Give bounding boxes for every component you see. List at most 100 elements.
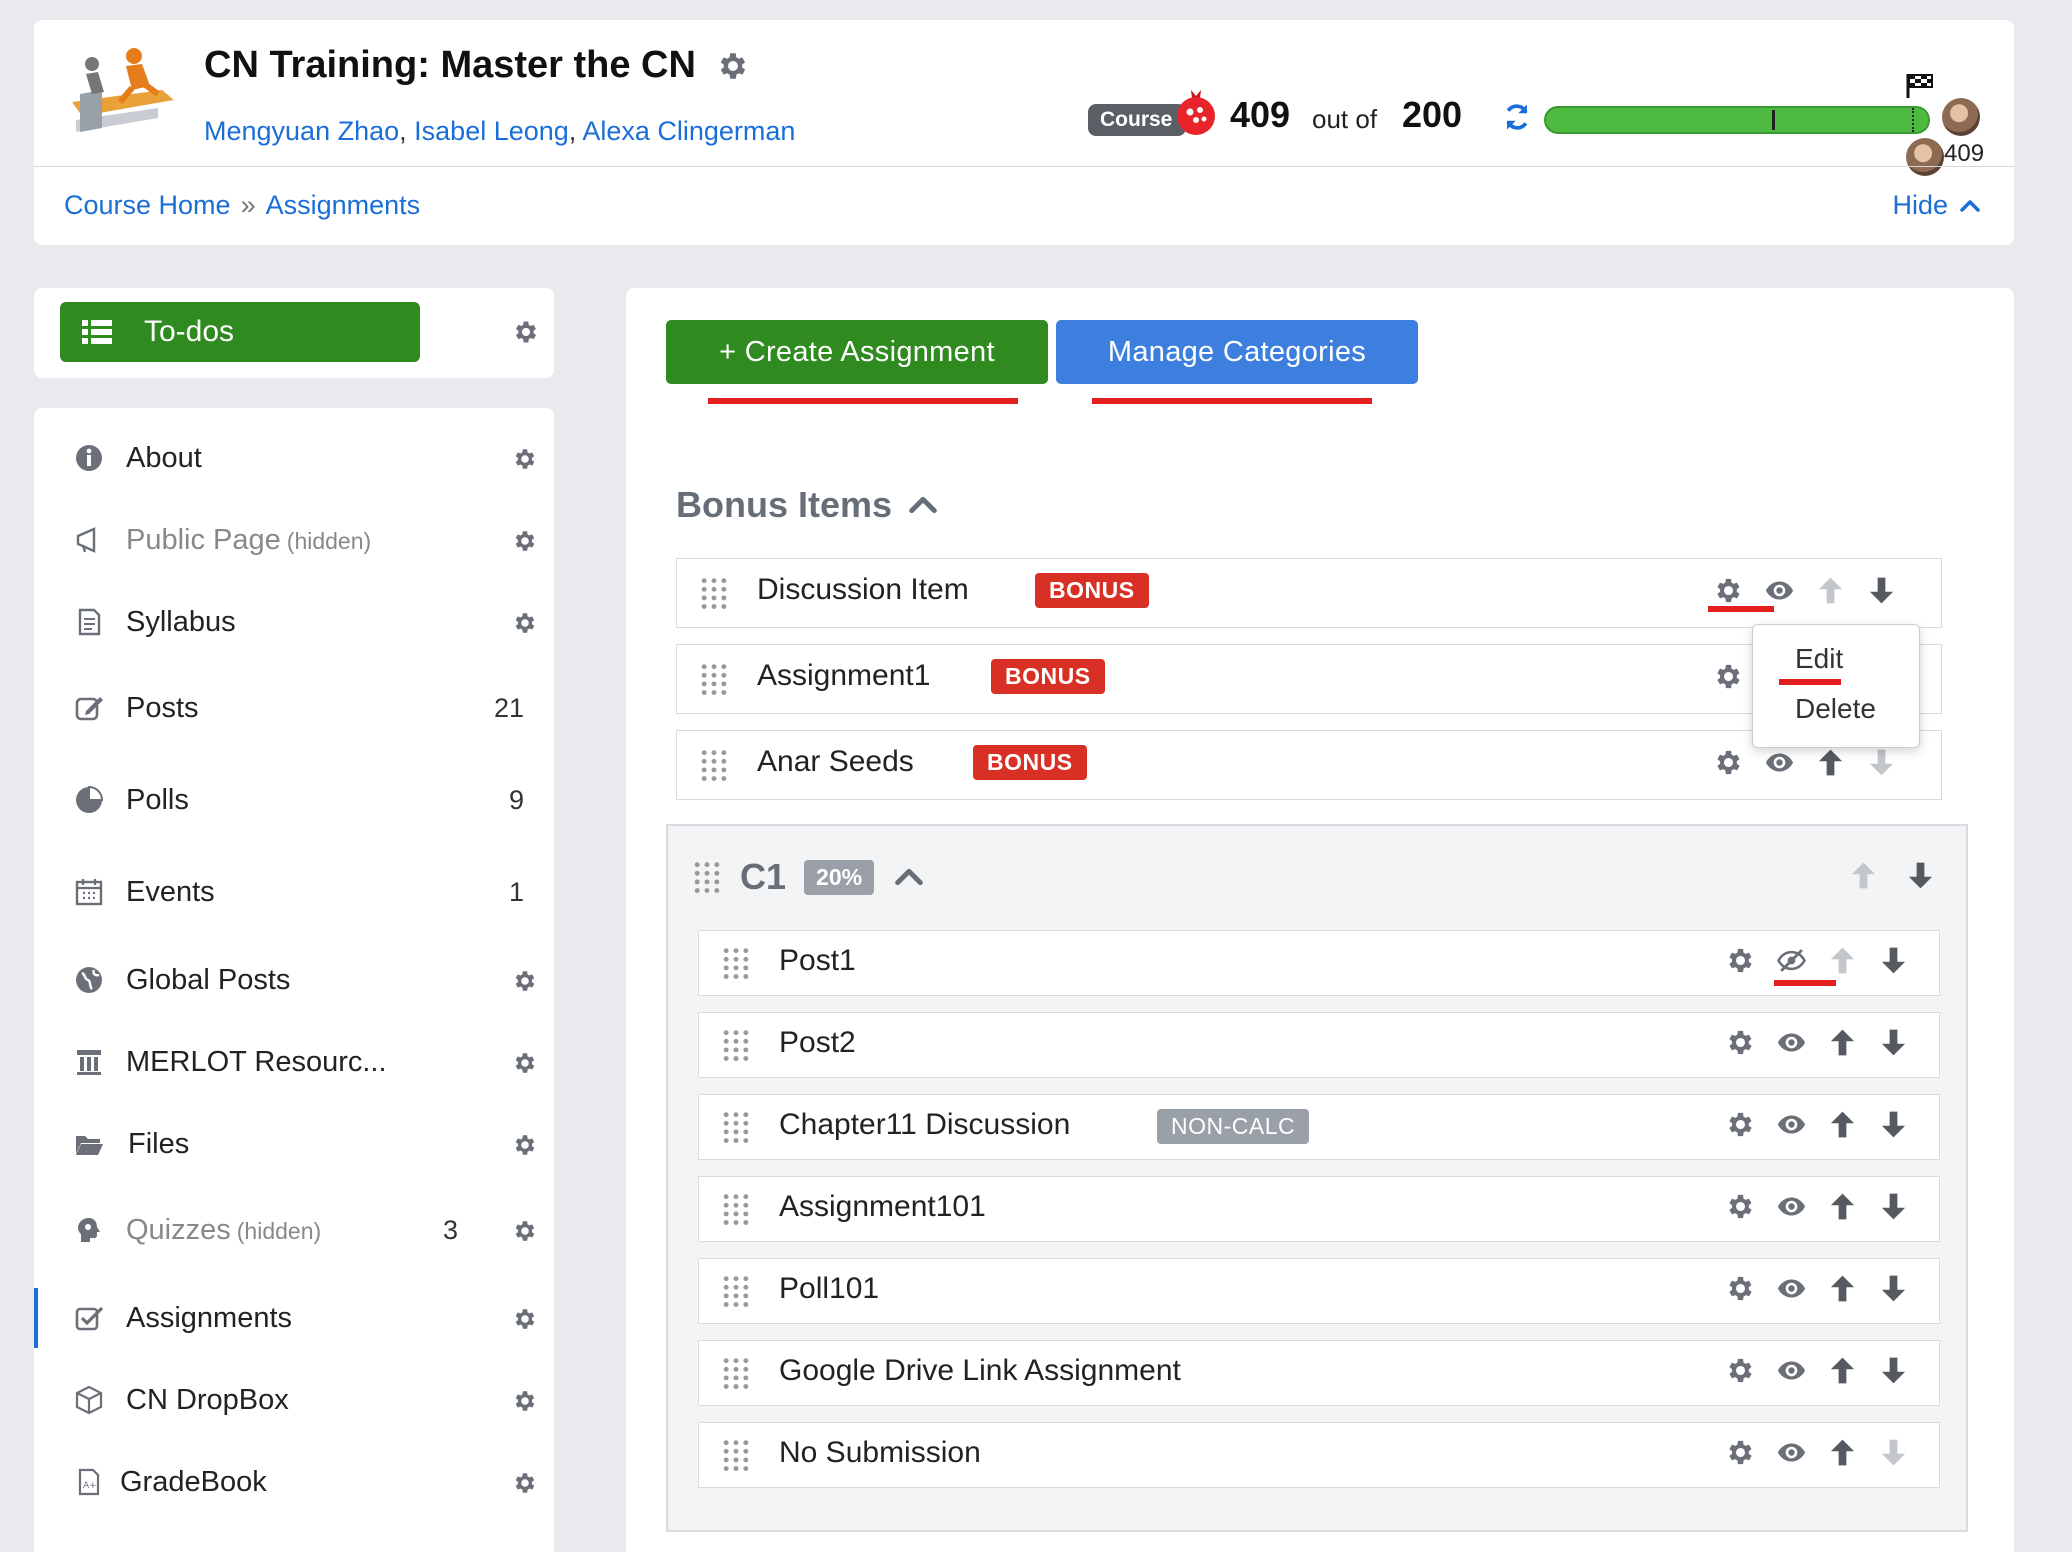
assignment-row[interactable]: No Submission — [698, 1422, 1940, 1488]
move-down-arrow-icon[interactable] — [1866, 747, 1897, 778]
category-move-up-arrow-icon[interactable] — [1848, 860, 1879, 891]
sidebar-item-gradebook[interactable]: A+ GradeBook — [34, 1452, 554, 1512]
move-down-arrow-icon[interactable] — [1878, 1355, 1909, 1386]
syllabus-gear-icon[interactable] — [512, 610, 538, 636]
files-gear-icon[interactable] — [512, 1132, 538, 1158]
sidebar-item-about[interactable]: About — [34, 428, 554, 488]
assignment-row[interactable]: Discussion Item BONUS — [676, 558, 1942, 628]
move-down-arrow-icon[interactable] — [1878, 1191, 1909, 1222]
assignment-row[interactable]: Post1 — [698, 930, 1940, 996]
visibility-eye-icon[interactable] — [1776, 1191, 1807, 1222]
avatar[interactable] — [1942, 98, 1980, 136]
breadcrumb-course-home[interactable]: Course Home — [64, 190, 231, 221]
drag-handle-icon[interactable] — [721, 1275, 751, 1307]
dropbox-gear-icon[interactable] — [512, 1388, 538, 1414]
move-down-arrow-icon[interactable] — [1878, 1273, 1909, 1304]
instructor-link[interactable]: Alexa Clingerman — [582, 116, 795, 146]
create-assignment-button[interactable]: + Create Assignment — [666, 320, 1048, 384]
sidebar-item-public-page[interactable]: Public Page (hidden) — [34, 510, 554, 570]
settings-gear-icon[interactable] — [1713, 747, 1744, 778]
about-gear-icon[interactable] — [512, 446, 538, 472]
move-down-arrow-icon[interactable] — [1878, 945, 1909, 976]
drag-handle-icon[interactable] — [721, 947, 751, 979]
drag-handle-icon[interactable] — [699, 577, 729, 609]
course-settings-gear-icon[interactable] — [716, 49, 750, 83]
drag-handle-icon[interactable] — [692, 861, 722, 893]
move-down-arrow-icon[interactable] — [1866, 575, 1897, 606]
public-page-gear-icon[interactable] — [512, 528, 538, 554]
assignment-row[interactable]: Assignment101 — [698, 1176, 1940, 1242]
category-header[interactable]: C1 20% — [692, 856, 926, 898]
move-up-arrow-icon[interactable] — [1827, 1273, 1858, 1304]
assignment-row[interactable]: Poll101 — [698, 1258, 1940, 1324]
visibility-eye-icon[interactable] — [1764, 747, 1795, 778]
visibility-eye-icon[interactable] — [1776, 1109, 1807, 1140]
sidebar-item-posts[interactable]: Posts 21 — [34, 678, 554, 738]
sidebar-item-global-posts[interactable]: Global Posts — [34, 950, 554, 1010]
drag-handle-icon[interactable] — [721, 1111, 751, 1143]
breadcrumb-assignments[interactable]: Assignments — [266, 190, 421, 221]
merlot-gear-icon[interactable] — [512, 1050, 538, 1076]
hide-button[interactable]: Hide — [1892, 190, 1982, 221]
visibility-eye-icon[interactable] — [1764, 575, 1795, 606]
sidebar-item-cn-dropbox[interactable]: CN DropBox — [34, 1370, 554, 1430]
sidebar-item-files[interactable]: Files — [34, 1114, 554, 1174]
refresh-icon[interactable] — [1502, 102, 1532, 132]
move-down-arrow-icon[interactable] — [1878, 1027, 1909, 1058]
move-up-arrow-icon[interactable] — [1827, 1191, 1858, 1222]
settings-gear-icon[interactable] — [1725, 1437, 1756, 1468]
visibility-eye-icon[interactable] — [1776, 1273, 1807, 1304]
settings-gear-icon[interactable] — [1725, 1027, 1756, 1058]
sidebar-item-syllabus[interactable]: Syllabus — [34, 592, 554, 652]
sidebar-item-polls[interactable]: Polls 9 — [34, 770, 554, 830]
drag-handle-icon[interactable] — [721, 1029, 751, 1061]
hidden-eye-slash-icon[interactable] — [1776, 945, 1807, 976]
settings-gear-icon[interactable] — [1725, 1109, 1756, 1140]
move-up-arrow-icon[interactable] — [1815, 747, 1846, 778]
move-up-arrow-icon[interactable] — [1827, 1027, 1858, 1058]
move-up-arrow-icon[interactable] — [1827, 1355, 1858, 1386]
manage-categories-button[interactable]: Manage Categories — [1056, 320, 1418, 384]
bonus-section-header[interactable]: Bonus Items — [676, 484, 940, 526]
gradebook-gear-icon[interactable] — [512, 1470, 538, 1496]
drag-handle-icon[interactable] — [721, 1439, 751, 1471]
avatar[interactable] — [1906, 138, 1944, 176]
settings-gear-icon[interactable] — [1725, 945, 1756, 976]
instructor-link[interactable]: Isabel Leong — [414, 116, 569, 146]
move-up-arrow-icon[interactable] — [1827, 1437, 1858, 1468]
todo-button[interactable]: To-dos — [60, 302, 420, 362]
settings-gear-icon[interactable] — [1713, 575, 1744, 606]
drag-handle-icon[interactable] — [721, 1193, 751, 1225]
sidebar-item-events[interactable]: Events 1 — [34, 862, 554, 922]
assignment-row[interactable]: Google Drive Link Assignment — [698, 1340, 1940, 1406]
settings-gear-icon[interactable] — [1713, 661, 1744, 692]
drag-handle-icon[interactable] — [699, 749, 729, 781]
move-up-arrow-icon[interactable] — [1815, 575, 1846, 606]
global-posts-gear-icon[interactable] — [512, 968, 538, 994]
chevron-up-icon[interactable] — [892, 860, 926, 894]
sidebar-item-merlot[interactable]: MERLOT Resourc... — [34, 1032, 554, 1092]
move-up-arrow-icon[interactable] — [1827, 1109, 1858, 1140]
visibility-eye-icon[interactable] — [1776, 1027, 1807, 1058]
instructor-link[interactable]: Mengyuan Zhao — [204, 116, 399, 146]
settings-gear-icon[interactable] — [1725, 1273, 1756, 1304]
settings-gear-icon[interactable] — [1725, 1191, 1756, 1222]
delete-menu-item[interactable]: Delete — [1795, 693, 1876, 725]
assignment-row[interactable]: Post2 — [698, 1012, 1940, 1078]
category-move-down-arrow-icon[interactable] — [1905, 860, 1936, 891]
drag-handle-icon[interactable] — [721, 1357, 751, 1389]
sidebar-item-quizzes[interactable]: Quizzes (hidden) 3 — [34, 1200, 554, 1260]
assignment-row[interactable]: Chapter11 Discussion NON-CALC — [698, 1094, 1940, 1160]
visibility-eye-icon[interactable] — [1776, 1437, 1807, 1468]
todo-settings-gear-icon[interactable] — [512, 318, 540, 346]
drag-handle-icon[interactable] — [699, 663, 729, 695]
settings-gear-icon[interactable] — [1725, 1355, 1756, 1386]
move-up-arrow-icon[interactable] — [1827, 945, 1858, 976]
move-down-arrow-icon[interactable] — [1878, 1109, 1909, 1140]
move-down-arrow-icon[interactable] — [1878, 1437, 1909, 1468]
quizzes-gear-icon[interactable] — [512, 1218, 538, 1244]
visibility-eye-icon[interactable] — [1776, 1355, 1807, 1386]
sidebar-item-assignments[interactable]: Assignments — [34, 1288, 554, 1348]
assignments-gear-icon[interactable] — [512, 1306, 538, 1332]
edit-menu-item[interactable]: Edit — [1795, 643, 1843, 675]
